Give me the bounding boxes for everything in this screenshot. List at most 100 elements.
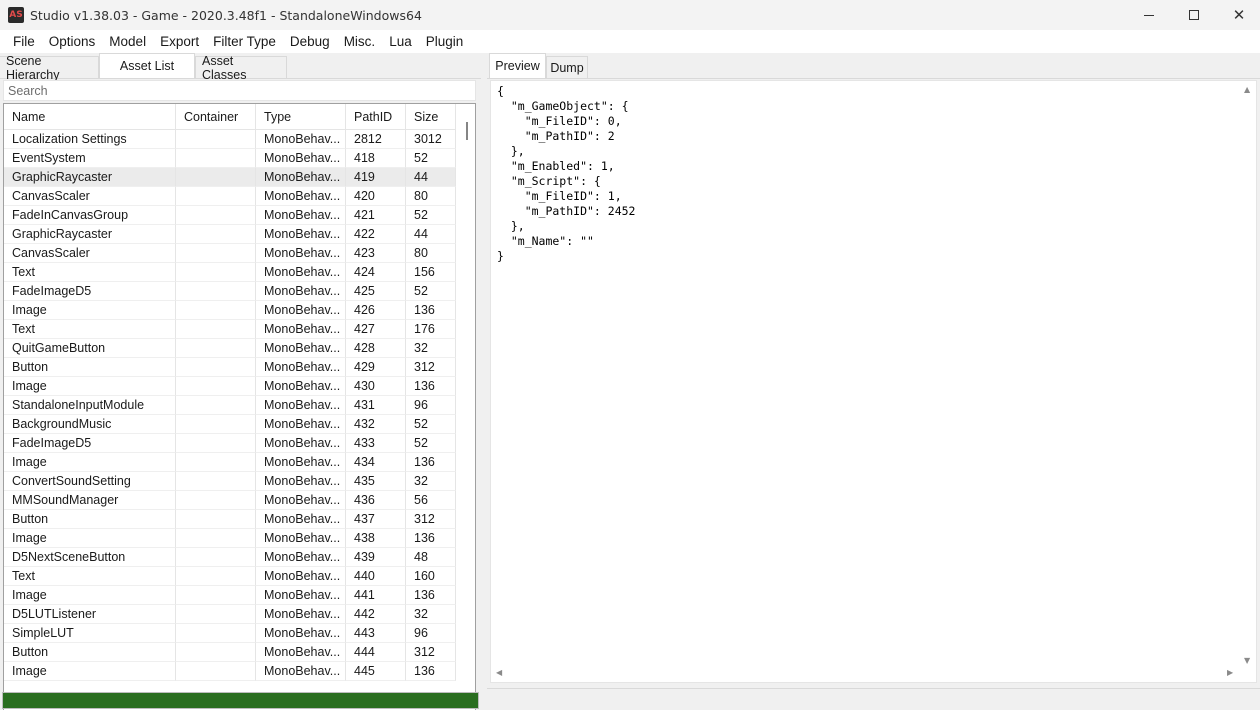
table-row[interactable]: StandaloneInputModule MonoBehav... 431 96 <box>4 396 456 415</box>
cell-size: 48 <box>406 548 456 567</box>
cell-name: SimpleLUT <box>4 624 176 643</box>
table-row[interactable]: CanvasScaler MonoBehav... 423 80 <box>4 244 456 263</box>
table-row[interactable]: ConvertSoundSetting MonoBehav... 435 32 <box>4 472 456 491</box>
cell-pathid: 433 <box>346 434 406 453</box>
cell-pathid: 432 <box>346 415 406 434</box>
menu-misc[interactable]: Misc. <box>337 34 383 49</box>
status-bar <box>487 688 1260 710</box>
table-row[interactable]: Button MonoBehav... 444 312 <box>4 643 456 662</box>
window-title: Studio v1.38.03 - Game - 2020.3.48f1 - S… <box>30 7 422 23</box>
table-row[interactable]: Image MonoBehav... 426 136 <box>4 301 456 320</box>
cell-size: 136 <box>406 377 456 396</box>
cell-container <box>176 605 256 624</box>
cell-name: BackgroundMusic <box>4 415 176 434</box>
cell-size: 52 <box>406 149 456 168</box>
tab-preview[interactable]: Preview <box>489 53 546 78</box>
column-header-container[interactable]: Container <box>176 104 256 130</box>
cell-pathid: 431 <box>346 396 406 415</box>
scrollbar-thumb[interactable] <box>466 122 468 140</box>
menu-debug[interactable]: Debug <box>283 34 337 49</box>
table-row[interactable]: SimpleLUT MonoBehav... 443 96 <box>4 624 456 643</box>
table-row[interactable]: Image MonoBehav... 438 136 <box>4 529 456 548</box>
maximize-button[interactable] <box>1171 0 1217 30</box>
table-row[interactable]: MMSoundManager MonoBehav... 436 56 <box>4 491 456 510</box>
minimize-button[interactable] <box>1126 0 1172 30</box>
cell-name: EventSystem <box>4 149 176 168</box>
tab-asset-classes[interactable]: Asset Classes <box>195 54 287 82</box>
cell-size: 32 <box>406 605 456 624</box>
table-row[interactable]: Image MonoBehav... 430 136 <box>4 377 456 396</box>
preview-text-area[interactable]: { "m_GameObject": { "m_FileID": 0, "m_Pa… <box>490 80 1257 683</box>
menu-lua[interactable]: Lua <box>382 34 419 49</box>
table-row[interactable]: Image MonoBehav... 445 136 <box>4 662 456 681</box>
preview-horizontal-scrollbar[interactable]: ◀ ▶ <box>491 665 1240 682</box>
table-row[interactable]: Text MonoBehav... 427 176 <box>4 320 456 339</box>
cell-pathid: 420 <box>346 187 406 206</box>
menu-plugin[interactable]: Plugin <box>419 34 471 49</box>
column-header-type[interactable]: Type <box>256 104 346 130</box>
preview-vertical-scrollbar[interactable]: ▲ ▼ <box>1239 81 1256 667</box>
table-row[interactable]: GraphicRaycaster MonoBehav... 419 44 <box>4 168 456 187</box>
close-button[interactable]: ✕ <box>1216 0 1260 30</box>
cell-type: MonoBehav... <box>256 377 346 396</box>
tab-scene-hierarchy[interactable]: Scene Hierarchy <box>0 54 99 82</box>
table-row[interactable]: Localization Settings MonoBehav... 2812 301… <box>4 130 456 149</box>
scroll-right-icon[interactable]: ▶ <box>1227 668 1233 677</box>
menu-model[interactable]: Model <box>102 34 153 49</box>
table-row[interactable]: Image MonoBehav... 434 136 <box>4 453 456 472</box>
tab-dump[interactable]: Dump <box>546 56 588 78</box>
table-row[interactable]: Button MonoBehav... 429 312 <box>4 358 456 377</box>
cell-name: Image <box>4 662 176 681</box>
menu-file[interactable]: File <box>6 34 42 49</box>
table-row[interactable]: Image MonoBehav... 441 136 <box>4 586 456 605</box>
menu-export[interactable]: Export <box>153 34 206 49</box>
cell-pathid: 436 <box>346 491 406 510</box>
column-header-pathid[interactable]: PathID <box>346 104 406 130</box>
scroll-up-icon[interactable]: ▲ <box>1244 85 1250 94</box>
cell-type: MonoBehav... <box>256 472 346 491</box>
left-panel: Scene Hierarchy Asset List Asset Classes… <box>0 53 481 710</box>
app-logo-icon: AS <box>8 7 24 23</box>
table-row[interactable]: GraphicRaycaster MonoBehav... 422 44 <box>4 225 456 244</box>
cell-name: Localization Settings <box>4 130 176 149</box>
cell-name: Image <box>4 453 176 472</box>
asset-list[interactable]: Name Container Type PathID Size Localiza… <box>3 103 476 710</box>
cell-type: MonoBehav... <box>256 491 346 510</box>
cell-name: Text <box>4 567 176 586</box>
close-icon: ✕ <box>1232 6 1246 24</box>
cell-container <box>176 206 256 225</box>
column-header-size[interactable]: Size <box>406 104 456 130</box>
menu-filter-type[interactable]: Filter Type <box>206 34 283 49</box>
scroll-left-icon[interactable]: ◀ <box>496 668 502 677</box>
cell-type: MonoBehav... <box>256 510 346 529</box>
table-row[interactable]: CanvasScaler MonoBehav... 420 80 <box>4 187 456 206</box>
cell-pathid: 424 <box>346 263 406 282</box>
column-header-name[interactable]: Name <box>4 104 176 130</box>
cell-pathid: 442 <box>346 605 406 624</box>
cell-size: 136 <box>406 586 456 605</box>
table-row[interactable]: D5LUTListener MonoBehav... 442 32 <box>4 605 456 624</box>
table-row[interactable]: D5NextSceneButton MonoBehav... 439 48 <box>4 548 456 567</box>
table-row[interactable]: Button MonoBehav... 437 312 <box>4 510 456 529</box>
cell-container <box>176 624 256 643</box>
table-row[interactable]: FadeImageD5 MonoBehav... 425 52 <box>4 282 456 301</box>
search-input[interactable] <box>8 83 475 98</box>
table-row[interactable]: EventSystem MonoBehav... 418 52 <box>4 149 456 168</box>
cell-type: MonoBehav... <box>256 358 346 377</box>
cell-size: 3012 <box>406 130 456 149</box>
cell-size: 312 <box>406 643 456 662</box>
asset-list-scrollbar[interactable] <box>460 104 475 710</box>
menu-options[interactable]: Options <box>42 34 103 49</box>
table-row[interactable]: Text MonoBehav... 424 156 <box>4 263 456 282</box>
cell-name: Button <box>4 643 176 662</box>
table-row[interactable]: QuitGameButton MonoBehav... 428 32 <box>4 339 456 358</box>
table-row[interactable]: FadeInCanvasGroup MonoBehav... 421 52 <box>4 206 456 225</box>
cell-type: MonoBehav... <box>256 586 346 605</box>
table-row[interactable]: Text MonoBehav... 440 160 <box>4 567 456 586</box>
scroll-down-icon[interactable]: ▼ <box>1244 656 1250 665</box>
table-row[interactable]: FadeImageD5 MonoBehav... 433 52 <box>4 434 456 453</box>
tab-asset-list[interactable]: Asset List <box>99 53 195 78</box>
cell-size: 312 <box>406 510 456 529</box>
table-row[interactable]: BackgroundMusic MonoBehav... 432 52 <box>4 415 456 434</box>
cell-type: MonoBehav... <box>256 187 346 206</box>
